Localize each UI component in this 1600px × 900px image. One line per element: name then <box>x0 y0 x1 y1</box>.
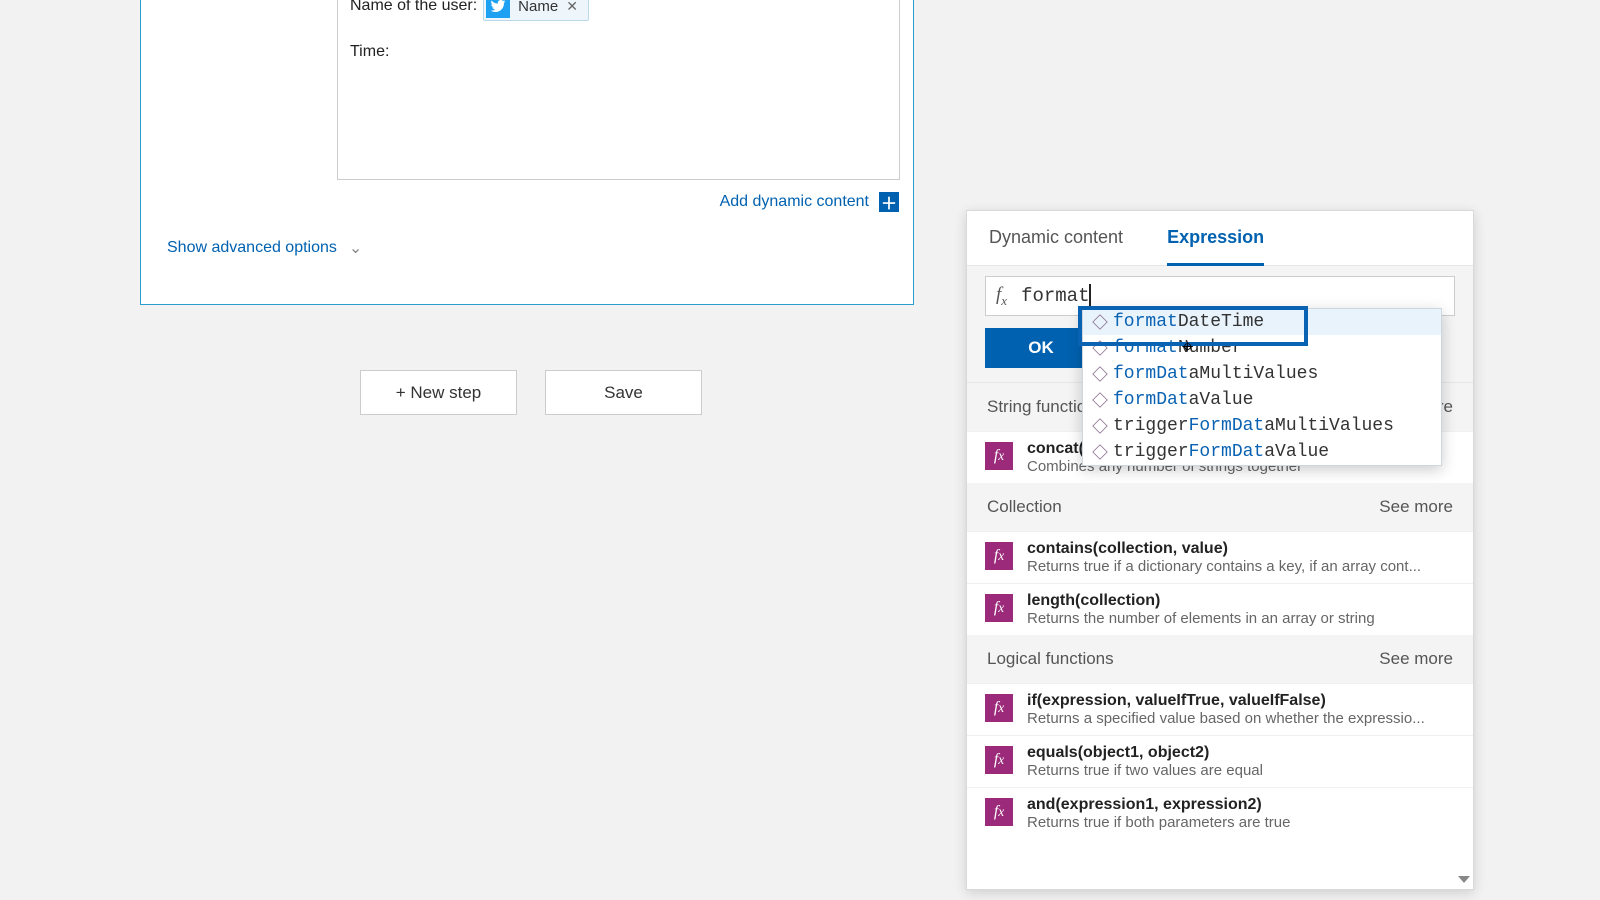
ac-hl: formDat <box>1113 364 1189 384</box>
symbol-icon <box>1093 315 1107 329</box>
tab-dynamic-content[interactable]: Dynamic content <box>967 211 1145 265</box>
add-dynamic-content-link[interactable]: Add dynamic content ＋ <box>720 192 899 212</box>
symbol-icon <box>1093 445 1107 459</box>
fx-badge-icon: fx <box>985 746 1013 774</box>
dynamic-token-name[interactable]: Name ✕ <box>483 0 589 21</box>
fn-signature: length(collection) <box>1027 592 1455 610</box>
fx-badge-icon: fx <box>985 542 1013 570</box>
symbol-icon <box>1093 393 1107 407</box>
token-label: Name <box>518 0 558 15</box>
fn-description: Returns true if both parameters are true <box>1027 814 1455 831</box>
fn-description: Returns the number of elements in an arr… <box>1027 610 1455 627</box>
ac-item-formdatavalue[interactable]: formDataValue <box>1083 387 1441 413</box>
category-title: Logical functions <box>987 649 1114 669</box>
ac-pre: trigger <box>1113 416 1189 436</box>
ok-button[interactable]: OK <box>985 328 1097 368</box>
ac-rest: Number <box>1178 338 1243 358</box>
new-step-button[interactable]: + New step <box>360 370 517 415</box>
fn-description: Returns true if two values are equal <box>1027 762 1455 779</box>
symbol-icon <box>1093 341 1107 355</box>
show-advanced-label: Show advanced options <box>167 239 337 257</box>
ac-hl: format <box>1113 338 1178 358</box>
fn-signature: and(expression1, expression2) <box>1027 796 1455 814</box>
fx-badge-icon: fx <box>985 442 1013 470</box>
fx-badge-icon: fx <box>985 694 1013 722</box>
see-more-link[interactable]: See more <box>1379 649 1453 669</box>
ac-item-formdatamultivalues[interactable]: formDataMultiValues <box>1083 361 1441 387</box>
step-footer-buttons: + New step Save <box>360 370 702 415</box>
symbol-icon <box>1093 419 1107 433</box>
see-more-link[interactable]: See more <box>1379 497 1453 517</box>
ac-pre: trigger <box>1113 442 1189 462</box>
fn-length[interactable]: fx length(collection) Returns the number… <box>967 583 1473 635</box>
ac-hl: FormDat <box>1189 416 1265 436</box>
action-step-card: Name of the user: Name ✕ Time: Add dynam… <box>140 0 914 305</box>
twitter-icon <box>486 0 510 18</box>
ac-rest: DateTime <box>1178 312 1264 332</box>
field-label-nameofuser: Name of the user: <box>350 0 477 15</box>
ac-item-formatdatetime[interactable]: formatDateTime <box>1083 309 1441 335</box>
ac-rest: aMultiValues <box>1264 416 1394 436</box>
ac-rest: aValue <box>1264 442 1329 462</box>
chevron-down-icon: ⌄ <box>349 238 362 258</box>
fx-icon: fx <box>996 284 1007 309</box>
save-button[interactable]: Save <box>545 370 702 415</box>
fn-signature: equals(object1, object2) <box>1027 744 1455 762</box>
ac-hl: format <box>1113 312 1178 332</box>
fn-if[interactable]: fx if(expression, valueIfTrue, valueIfFa… <box>967 683 1473 735</box>
fn-description: Returns a specified value based on wheth… <box>1027 710 1455 727</box>
fx-badge-icon: fx <box>985 798 1013 826</box>
token-remove-icon[interactable]: ✕ <box>566 0 578 15</box>
expression-value: format <box>1021 285 1089 307</box>
fn-description: Returns true if a dictionary contains a … <box>1027 558 1455 575</box>
category-header-logical: Logical functions See more <box>967 635 1473 683</box>
fn-signature: if(expression, valueIfTrue, valueIfFalse… <box>1027 692 1455 710</box>
ac-rest: aValue <box>1189 390 1254 410</box>
fn-contains[interactable]: fx contains(collection, value) Returns t… <box>967 531 1473 583</box>
ac-item-triggerformdatavalue[interactable]: triggerFormDataValue <box>1083 439 1441 465</box>
fn-signature: contains(collection, value) <box>1027 540 1455 558</box>
panel-tabs: Dynamic content Expression <box>967 211 1473 266</box>
field-label-time: Time: <box>350 43 389 60</box>
expression-input[interactable]: format <box>1021 285 1444 307</box>
expression-autocomplete: formatDateTime formatNumber formDataMult… <box>1082 308 1442 466</box>
tab-expression[interactable]: Expression <box>1145 211 1286 265</box>
ac-hl: formDat <box>1113 390 1189 410</box>
ac-item-triggerformdatamultivalues[interactable]: triggerFormDataMultiValues <box>1083 413 1441 439</box>
symbol-icon <box>1093 367 1107 381</box>
ac-hl: FormDat <box>1189 442 1265 462</box>
ac-item-formatnumber[interactable]: formatNumber <box>1083 335 1441 361</box>
category-header-collection: Collection See more <box>967 483 1473 531</box>
fn-and[interactable]: fx and(expression1, expression2) Returns… <box>967 787 1473 839</box>
text-caret-icon <box>1089 284 1091 306</box>
category-title: Collection <box>987 497 1062 517</box>
fx-badge-icon: fx <box>985 594 1013 622</box>
plus-icon: ＋ <box>879 192 899 212</box>
scroll-down-icon[interactable] <box>1458 876 1470 883</box>
message-body-textarea[interactable]: Name of the user: Name ✕ Time: <box>337 0 900 180</box>
fn-equals[interactable]: fx equals(object1, object2) Returns true… <box>967 735 1473 787</box>
ac-rest: aMultiValues <box>1189 364 1319 384</box>
add-dynamic-content-label: Add dynamic content <box>720 193 869 211</box>
show-advanced-options-toggle[interactable]: Show advanced options ⌄ <box>167 238 362 258</box>
